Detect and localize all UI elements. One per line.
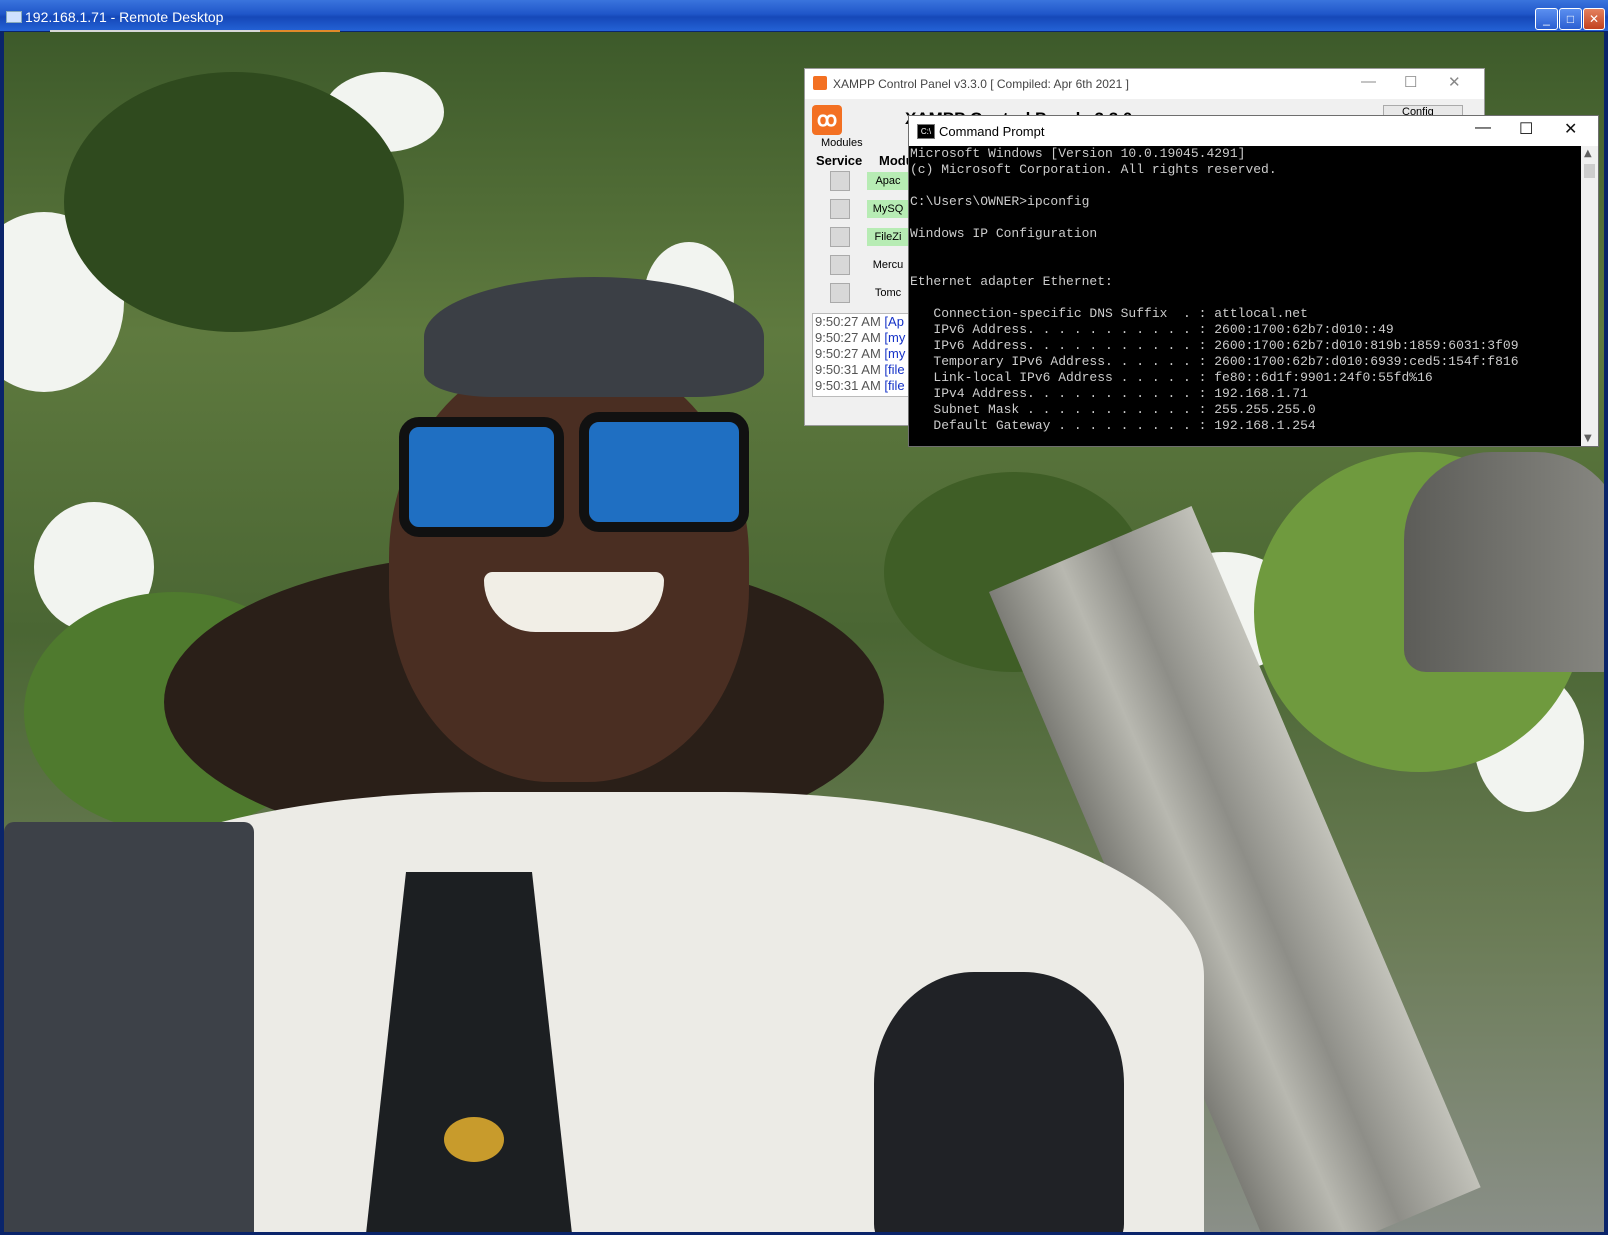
xampp-logo-icon: ꝏ bbox=[812, 105, 842, 135]
close-button[interactable]: ✕ bbox=[1583, 8, 1605, 30]
log-row: 9:50:27 AM [Ap bbox=[815, 314, 904, 329]
module-name: MySQ bbox=[867, 200, 909, 218]
photo-backpack-strap bbox=[874, 972, 1124, 1232]
xampp-maximize-button[interactable]: ☐ bbox=[1404, 73, 1417, 91]
module-name: FileZi bbox=[867, 228, 909, 246]
photo-sunglasses-lens bbox=[579, 412, 749, 532]
xampp-titlebar[interactable]: XAMPP Control Panel v3.3.0 [ Compiled: A… bbox=[805, 69, 1484, 99]
scroll-up-arrow-icon[interactable]: ▲ bbox=[1584, 148, 1592, 159]
console-icon: C:\ bbox=[917, 124, 935, 139]
service-checkbox[interactable] bbox=[830, 171, 850, 191]
console-line: C:\Users\OWNER>ipconfig bbox=[910, 194, 1090, 209]
log-row: 9:50:27 AM [my bbox=[815, 330, 906, 345]
log-row: 9:50:27 AM [my bbox=[815, 346, 906, 361]
service-checkbox[interactable] bbox=[830, 227, 850, 247]
cmd-close-button[interactable]: ✕ bbox=[1564, 119, 1577, 139]
console-line: Ethernet adapter Ethernet: bbox=[910, 274, 1113, 289]
service-column-header: Service bbox=[816, 153, 863, 168]
console-line: IPv6 Address. . . . . . . . . . . : 2600… bbox=[910, 322, 1394, 337]
scrollbar-thumb[interactable] bbox=[1584, 164, 1595, 178]
cmd-maximize-button[interactable]: ☐ bbox=[1519, 119, 1533, 139]
console-line: Microsoft Windows [Version 10.0.19045.42… bbox=[910, 146, 1246, 161]
remote-desktop-window: 192.168.1.71 - Remote Desktop _ □ ✕ XAMP… bbox=[0, 0, 1608, 1235]
console-line: IPv6 Address. . . . . . . . . . . : 2600… bbox=[910, 338, 1519, 353]
console-line: Link-local IPv6 Address . . . . . : fe80… bbox=[910, 370, 1433, 385]
log-row: 9:50:31 AM [file bbox=[815, 378, 905, 393]
console-line: IPv4 Address. . . . . . . . . . . : 192.… bbox=[910, 386, 1308, 401]
remote-desktop-titlebar[interactable]: 192.168.1.71 - Remote Desktop _ □ ✕ bbox=[0, 0, 1608, 32]
remote-desktop-title: 192.168.1.71 - Remote Desktop bbox=[25, 9, 224, 25]
module-name: Apac bbox=[867, 172, 909, 190]
service-checkbox[interactable] bbox=[830, 255, 850, 275]
console-line: Default Gateway . . . . . . . . . : 192.… bbox=[910, 418, 1316, 433]
service-checkbox[interactable] bbox=[830, 199, 850, 219]
console-line: (c) Microsoft Corporation. All rights re… bbox=[910, 162, 1277, 177]
photo-foliage bbox=[64, 72, 404, 332]
photo-sunglasses-lens bbox=[399, 417, 564, 537]
console-scrollbar[interactable]: ▲ ▼ bbox=[1581, 146, 1598, 446]
console-line: Subnet Mask . . . . . . . . . . . : 255.… bbox=[910, 402, 1316, 417]
console-line: Temporary IPv6 Address. . . . . . : 2600… bbox=[910, 354, 1519, 369]
cmd-minimize-button[interactable]: — bbox=[1475, 119, 1491, 137]
log-row: 9:50:31 AM [file bbox=[815, 362, 905, 377]
module-name: Tomc bbox=[874, 287, 902, 299]
xampp-minimize-button[interactable]: — bbox=[1361, 73, 1376, 90]
photo-cap bbox=[424, 277, 764, 397]
photo-backpack-strap bbox=[4, 822, 254, 1232]
photo-stone-column bbox=[1404, 452, 1604, 672]
module-name: Mercu bbox=[872, 259, 904, 271]
console-line: Connection-specific DNS Suffix . : attlo… bbox=[910, 306, 1308, 321]
xampp-title: XAMPP Control Panel v3.3.0 [ Compiled: A… bbox=[833, 77, 1129, 91]
minimize-button[interactable]: _ bbox=[1535, 8, 1558, 30]
maximize-button[interactable]: □ bbox=[1559, 8, 1582, 30]
command-prompt-title: Command Prompt bbox=[939, 124, 1045, 139]
modules-label: Modules bbox=[821, 137, 863, 149]
xampp-close-button[interactable]: ✕ bbox=[1448, 73, 1461, 91]
photo-smile bbox=[484, 572, 664, 632]
service-checkbox[interactable] bbox=[830, 283, 850, 303]
xampp-icon bbox=[813, 76, 827, 90]
console-output[interactable]: Microsoft Windows [Version 10.0.19045.42… bbox=[909, 146, 1578, 446]
scroll-down-arrow-icon[interactable]: ▼ bbox=[1584, 433, 1592, 444]
remote-desktop-screen[interactable]: XAMPP Control Panel v3.3.0 [ Compiled: A… bbox=[4, 32, 1604, 1232]
command-prompt-window[interactable]: C:\ Command Prompt — ☐ ✕ Microsoft Windo… bbox=[908, 115, 1599, 447]
console-line: Windows IP Configuration bbox=[910, 226, 1098, 241]
xampp-log-panel[interactable]: 9:50:27 AM [Ap 9:50:27 AM [my 9:50:27 AM… bbox=[812, 313, 914, 397]
command-prompt-titlebar[interactable]: C:\ Command Prompt — ☐ ✕ bbox=[909, 116, 1598, 146]
photo-tie-clip bbox=[444, 1117, 504, 1162]
remote-desktop-icon bbox=[6, 11, 22, 23]
